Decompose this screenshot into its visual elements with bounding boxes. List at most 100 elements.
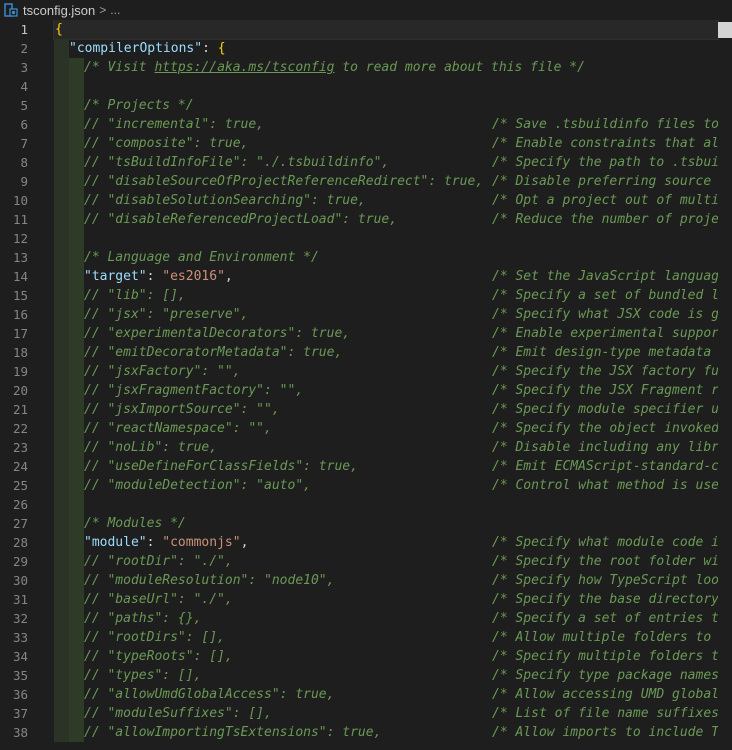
code-line[interactable]: 14 "target": "es2016", /* Set the JavaScri… bbox=[0, 267, 732, 286]
line-number: 25 bbox=[12, 478, 28, 493]
code-line-content[interactable]: // "allowImportingTsExtensions": true, /*… bbox=[54, 723, 718, 742]
code-line[interactable]: 8 // "tsBuildInfoFile": "./.tsbuildinfo",… bbox=[0, 153, 732, 172]
code-line-content[interactable]: "compilerOptions": { bbox=[54, 39, 718, 58]
code-line-content[interactable]: // "disableSolutionSearching": true, /* O… bbox=[54, 191, 718, 210]
code-line[interactable]: 22 // "reactNamespace": "", /* Specify the… bbox=[0, 419, 732, 438]
code-line-content[interactable]: /* Visit https://aka.ms/tsconfig to read… bbox=[54, 58, 718, 77]
code-line[interactable]: 11 // "disableReferencedProjectLoad": tru… bbox=[0, 210, 732, 229]
line-number: 13 bbox=[12, 250, 28, 265]
code-line-content[interactable]: // "lib": [], /* Specify a set of bundled… bbox=[54, 286, 718, 305]
indent-guide bbox=[54, 438, 69, 457]
code-line[interactable]: 7 // "composite": true, /* Enable constrai… bbox=[0, 134, 732, 153]
code-line[interactable]: 13 /* Language and Environment */ bbox=[0, 248, 732, 267]
line-number: 1 bbox=[20, 22, 28, 37]
code-line[interactable]: 15 // "lib": [], /* Specify a set of bundl… bbox=[0, 286, 732, 305]
line-number: 10 bbox=[12, 193, 28, 208]
code-line-content[interactable]: // "emitDecoratorMetadata": true, /* Emit… bbox=[54, 343, 718, 362]
code-line[interactable]: 2 "compilerOptions": { bbox=[0, 39, 732, 58]
code-line[interactable]: 16 // "jsx": "preserve", /* Specify what J… bbox=[0, 305, 732, 324]
code-line-content[interactable]: // "jsxFragmentFactory": "", /* Specify t… bbox=[54, 381, 718, 400]
code-line-content[interactable]: /* Language and Environment */ bbox=[54, 248, 718, 267]
code-line[interactable]: 5 /* Projects */ bbox=[0, 96, 732, 115]
code-line[interactable]: 28 "module": "commonjs", /* Specify what m… bbox=[0, 533, 732, 552]
code-text: // "rootDir": "./", bbox=[84, 552, 233, 571]
code-line[interactable]: 12 bbox=[0, 229, 732, 248]
code-line[interactable]: 30 // "moduleResolution": "node10", /* Spe… bbox=[0, 571, 732, 590]
code-line[interactable]: 24 // "useDefineForClassFields": true, /* … bbox=[0, 457, 732, 476]
code-line-content[interactable]: // "types": [], /* Specify type package n… bbox=[54, 666, 718, 685]
code-editor[interactable]: 1{2 "compilerOptions": {3/* Visit https:/… bbox=[0, 20, 732, 750]
scrollbar-thumb[interactable] bbox=[718, 22, 732, 38]
code-line-content[interactable]: // "moduleSuffixes": [], /* List of file … bbox=[54, 704, 718, 723]
code-line[interactable]: 33 // "rootDirs": [], /* Allow multiple fo… bbox=[0, 628, 732, 647]
code-line-content[interactable]: // "disableSourceOfProjectReferenceRedir… bbox=[54, 172, 718, 191]
code-line-content[interactable]: // "jsxFactory": "", /* Specify the JSX f… bbox=[54, 362, 718, 381]
code-line[interactable]: 26 bbox=[0, 495, 732, 514]
code-line[interactable]: 4 bbox=[0, 77, 732, 96]
breadcrumb-file[interactable]: tsconfig.json bbox=[23, 3, 95, 18]
code-text: // "incremental": true, bbox=[84, 115, 264, 134]
code-line[interactable]: 6 // "incremental": true, /* Save .tsbuild… bbox=[0, 115, 732, 134]
code-line-content[interactable] bbox=[54, 77, 718, 96]
code-line-content[interactable]: // "moduleDetection": "auto", /* Control … bbox=[54, 476, 718, 495]
code-line-content[interactable]: { bbox=[53, 20, 719, 40]
code-line-content[interactable]: /* Modules */ bbox=[54, 514, 718, 533]
code-line-content[interactable]: // "reactNamespace": "", /* Specify the o… bbox=[54, 419, 718, 438]
code-line[interactable]: 17 // "experimentalDecorators": true, /* E… bbox=[0, 324, 732, 343]
code-line-content[interactable]: "target": "es2016", /* Set the JavaScript… bbox=[54, 267, 718, 286]
code-line[interactable]: 10 // "disableSolutionSearching": true, /*… bbox=[0, 191, 732, 210]
code-line[interactable]: 23 // "noLib": true, /* Disable including … bbox=[0, 438, 732, 457]
comment: /* Visit https://aka.ms/tsconfig to read… bbox=[84, 60, 585, 75]
code-line-content[interactable]: // "jsx": "preserve", /* Specify what JSX… bbox=[54, 305, 718, 324]
code-line[interactable]: 32 // "paths": {}, /* Specify a set of ent… bbox=[0, 609, 732, 628]
code-line-content[interactable]: // "incremental": true, /* Save .tsbuildi… bbox=[54, 115, 718, 134]
tsconfig-link[interactable]: https://aka.ms/tsconfig bbox=[154, 60, 334, 75]
code-line[interactable]: 36 // "allowUmdGlobalAccess": true, /* All… bbox=[0, 685, 732, 704]
code-line[interactable]: 25 // "moduleDetection": "auto", /* Contro… bbox=[0, 476, 732, 495]
code-line-content[interactable]: "module": "commonjs", /* Specify what mod… bbox=[54, 533, 718, 552]
code-line[interactable]: 34 // "typeRoots": [], /* Specify multiple… bbox=[0, 647, 732, 666]
code-line[interactable]: 18 // "emitDecoratorMetadata": true, /* Em… bbox=[0, 343, 732, 362]
code-line[interactable]: 1{ bbox=[0, 20, 732, 40]
code-line[interactable]: 35 // "types": [], /* Specify type package… bbox=[0, 666, 732, 685]
code-line-content[interactable]: // "composite": true, /* Enable constrain… bbox=[54, 134, 718, 153]
code-line[interactable]: 9 // "disableSourceOfProjectReferenceRedi… bbox=[0, 172, 732, 191]
code-line[interactable]: 31 // "baseUrl": "./", /* Specify the base… bbox=[0, 590, 732, 609]
code-line-content[interactable]: // "typeRoots": [], /* Specify multiple f… bbox=[54, 647, 718, 666]
code-line[interactable]: 27 /* Modules */ bbox=[0, 514, 732, 533]
line-number: 33 bbox=[12, 630, 28, 645]
indent-guide bbox=[69, 305, 84, 324]
code-line-content[interactable]: /* Projects */ bbox=[54, 96, 718, 115]
code-text: "module": "commonjs", bbox=[84, 533, 248, 552]
code-line-content[interactable] bbox=[54, 495, 718, 514]
code-line-content[interactable]: // "jsxImportSource": "", /* Specify modu… bbox=[54, 400, 718, 419]
option-description: /* Emit ECMAScript-standard-co bbox=[492, 459, 718, 474]
indent-guide bbox=[69, 153, 84, 172]
indent-guide bbox=[69, 476, 84, 495]
code-line[interactable]: 20 // "jsxFragmentFactory": "", /* Specify… bbox=[0, 381, 732, 400]
code-line-content[interactable]: // "allowUmdGlobalAccess": true, /* Allow… bbox=[54, 685, 718, 704]
indent-guide bbox=[69, 552, 84, 571]
code-line[interactable]: 37 // "moduleSuffixes": [], /* List of fil… bbox=[0, 704, 732, 723]
breadcrumb-more[interactable]: ... bbox=[110, 3, 120, 17]
code-text: /* Projects */ bbox=[84, 96, 194, 115]
commented-option: // "allowImportingTsExtensions": true, bbox=[84, 725, 382, 740]
code-line-content[interactable]: // "paths": {}, /* Specify a set of entri… bbox=[54, 609, 718, 628]
code-line-content[interactable]: // "rootDirs": [], /* Allow multiple fold… bbox=[54, 628, 718, 647]
code-line-content[interactable]: // "rootDir": "./", /* Specify the root f… bbox=[54, 552, 718, 571]
code-line[interactable]: 21 // "jsxImportSource": "", /* Specify mo… bbox=[0, 400, 732, 419]
code-line-content[interactable]: // "useDefineForClassFields": true, /* Em… bbox=[54, 457, 718, 476]
code-line-content[interactable]: // "experimentalDecorators": true, /* Ena… bbox=[54, 324, 718, 343]
indent-guide bbox=[69, 571, 84, 590]
code-line-content[interactable]: // "noLib": true, /* Disable including an… bbox=[54, 438, 718, 457]
code-line-content[interactable]: // "moduleResolution": "node10", /* Speci… bbox=[54, 571, 718, 590]
code-line-content[interactable] bbox=[54, 229, 718, 248]
code-line-content[interactable]: // "tsBuildInfoFile": "./.tsbuildinfo", /… bbox=[54, 153, 718, 172]
code-line[interactable]: 38 // "allowImportingTsExtensions": true,… bbox=[0, 723, 732, 742]
code-line-content[interactable]: // "baseUrl": "./", /* Specify the base d… bbox=[54, 590, 718, 609]
option-description: /* Specify what module code is bbox=[492, 535, 718, 550]
code-line[interactable]: 29 // "rootDir": "./", /* Specify the root… bbox=[0, 552, 732, 571]
code-line[interactable]: 3 /* Visit https://aka.ms/tsconfig to rea… bbox=[0, 58, 732, 77]
code-line[interactable]: 19 // "jsxFactory": "", /* Specify the JSX… bbox=[0, 362, 732, 381]
code-line-content[interactable]: // "disableReferencedProjectLoad": true,… bbox=[54, 210, 718, 229]
